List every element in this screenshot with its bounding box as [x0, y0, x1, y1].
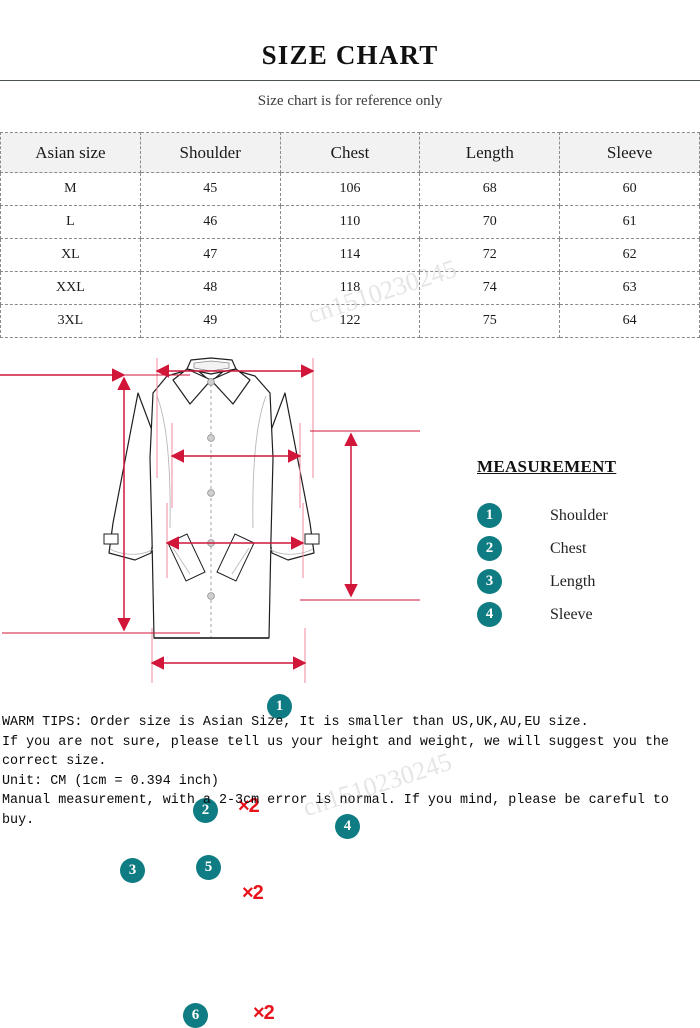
cell-sleeve: 62: [559, 238, 700, 272]
table-row: XXL 48 118 74 63: [0, 271, 700, 305]
column-header-sleeve: Sleeve: [559, 132, 700, 173]
diagram-badge-3: 3: [120, 858, 145, 883]
legend-title: MEASUREMENT: [477, 457, 617, 476]
legend-badge-3: 3: [477, 569, 502, 594]
legend-label-shoulder: Shoulder: [550, 506, 608, 524]
diagram-badge-6: 6: [183, 1003, 208, 1028]
cell-length: 74: [419, 271, 561, 305]
cell-sleeve: 63: [559, 271, 700, 305]
cell-size: M: [0, 172, 141, 206]
legend-label-length: Length: [550, 572, 596, 590]
cell-length: 75: [419, 304, 561, 338]
table-row: L 46 110 70 61: [0, 205, 700, 239]
legend-badge-2: 2: [477, 536, 502, 561]
cell-shoulder: 47: [139, 238, 281, 272]
cell-sleeve: 60: [559, 172, 700, 206]
warm-tips-text: WARM TIPS: Order size is Asian Size, It …: [2, 715, 669, 828]
cell-chest: 110: [279, 205, 421, 239]
cell-size: XL: [0, 238, 141, 272]
column-header-shoulder: Shoulder: [139, 132, 281, 173]
cell-chest: 106: [279, 172, 421, 206]
cell-sleeve: 64: [559, 304, 700, 338]
legend-item-length: 3 Length: [477, 565, 692, 598]
header-block: SIZE CHART Size chart is for reference o…: [0, 0, 700, 110]
cell-shoulder: 45: [139, 172, 281, 206]
cell-length: 72: [419, 238, 561, 272]
legend-label-chest: Chest: [550, 539, 587, 557]
legend-item-chest: 2 Chest: [477, 532, 692, 565]
cell-length: 68: [419, 172, 561, 206]
column-header-asian-size: Asian size: [0, 132, 141, 173]
table-row: XL 47 114 72 62: [0, 238, 700, 272]
cell-size: XXL: [0, 271, 141, 305]
cell-length: 70: [419, 205, 561, 239]
legend-label-sleeve: Sleeve: [550, 605, 593, 623]
multiplier-label-hem: ×2: [253, 1002, 275, 1024]
cell-chest: 114: [279, 238, 421, 272]
cell-shoulder: 48: [139, 271, 281, 305]
cell-chest: 122: [279, 304, 421, 338]
legend-item-shoulder: 1 Shoulder: [477, 499, 692, 532]
cell-sleeve: 61: [559, 205, 700, 239]
legend-item-sleeve: 4 Sleeve: [477, 598, 692, 631]
legend-badge-1: 1: [477, 503, 502, 528]
multiplier-label-waist: ×2: [242, 882, 264, 904]
table-header-row: Asian size Shoulder Chest Length Sleeve: [0, 132, 700, 173]
column-header-length: Length: [419, 132, 561, 173]
cell-chest: 118: [279, 271, 421, 305]
table-row: 3XL 49 122 75 64: [0, 304, 700, 338]
cell-shoulder: 46: [139, 205, 281, 239]
cell-size: 3XL: [0, 304, 141, 338]
page-title: SIZE CHART: [261, 40, 439, 70]
table-row: M 45 106 68 60: [0, 172, 700, 206]
diagram-badge-5: 5: [196, 855, 221, 880]
title-divider: [0, 80, 700, 81]
page-subtitle: Size chart is for reference only: [257, 93, 443, 109]
legend-badge-4: 4: [477, 602, 502, 627]
cell-size: L: [0, 205, 141, 239]
measurement-legend: MEASUREMENT 1 Shoulder 2 Chest 3 Length …: [477, 457, 692, 631]
cell-shoulder: 49: [139, 304, 281, 338]
size-chart-table: Asian size Shoulder Chest Length Sleeve …: [0, 132, 700, 338]
column-header-chest: Chest: [279, 132, 421, 173]
